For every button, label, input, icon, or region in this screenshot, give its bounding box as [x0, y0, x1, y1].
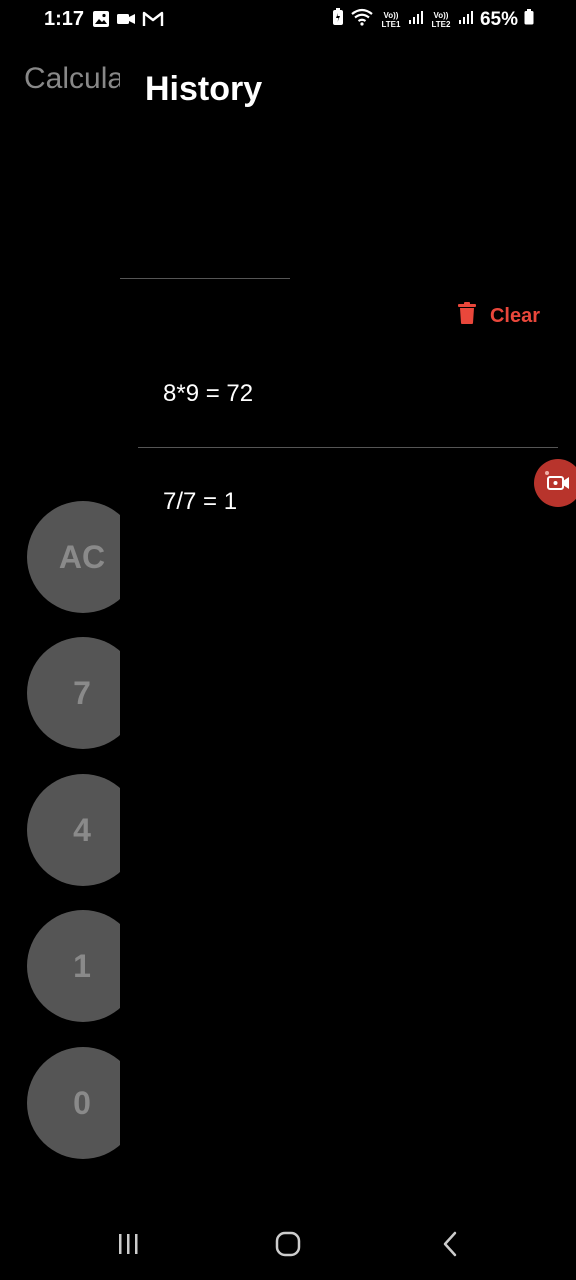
- status-time: 1:17: [44, 8, 85, 30]
- video-icon: [116, 11, 136, 32]
- battery-saver-icon: [332, 8, 344, 31]
- drawer-title: History: [145, 70, 263, 108]
- status-bar: 1:17 Vo)) LTE1 Vo)) LTE2 65%: [0, 0, 576, 42]
- history-drawer: History Clear 8*9 = 72 7/7 = 1: [120, 42, 576, 1212]
- wifi-icon: [350, 8, 374, 31]
- app-title: Calcula: [24, 62, 125, 95]
- recents-button[interactable]: [108, 1230, 148, 1262]
- home-button[interactable]: [268, 1230, 308, 1262]
- navigation-bar: [0, 1212, 576, 1280]
- battery-percentage: 65%: [479, 8, 518, 30]
- battery-icon: [524, 9, 534, 30]
- back-button[interactable]: [430, 1230, 470, 1262]
- clear-history-button[interactable]: Clear: [457, 302, 540, 330]
- screen-record-button[interactable]: [534, 459, 576, 507]
- history-item[interactable]: 8*9 = 72: [163, 380, 253, 408]
- trash-icon: [457, 302, 476, 330]
- recents-icon: [116, 1232, 140, 1261]
- status-right: Vo)) LTE1 Vo)) LTE2 65%: [332, 8, 534, 31]
- sim2-label: Vo)) LTE2: [431, 10, 451, 29]
- history-divider: [138, 447, 558, 448]
- status-left-icons: [92, 10, 164, 33]
- clear-label: Clear: [489, 304, 540, 327]
- sim1-label: Vo)) LTE1: [381, 10, 401, 29]
- signal-icon: [458, 9, 474, 30]
- back-icon: [440, 1231, 460, 1262]
- record-camera-icon: [544, 470, 574, 497]
- image-icon: [92, 10, 110, 33]
- gmail-icon: [142, 11, 164, 32]
- history-item[interactable]: 7/7 = 1: [163, 488, 237, 516]
- home-icon: [275, 1231, 301, 1262]
- signal-icon: [408, 9, 424, 30]
- header-divider: [120, 278, 290, 279]
- screen: 1:17 Vo)) LTE1 Vo)) LTE2 65% Calcula AC …: [0, 0, 576, 1280]
